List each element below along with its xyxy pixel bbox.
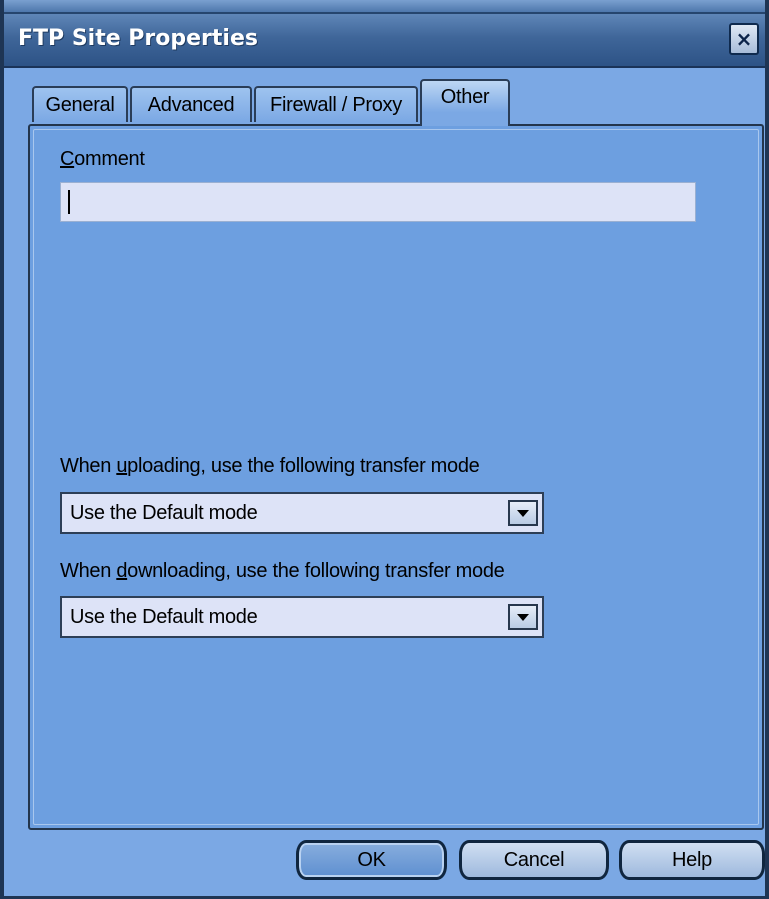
- tab-label: Firewall / Proxy: [270, 94, 402, 116]
- chevron-down-icon[interactable]: [508, 604, 538, 630]
- upload-mode-value: Use the Default mode: [70, 502, 258, 524]
- tab-label: Advanced: [147, 94, 235, 116]
- download-mode-label: When downloading, use the following tran…: [60, 560, 505, 583]
- comment-label: Comment: [60, 148, 145, 171]
- tab-firewall-proxy[interactable]: Firewall / Proxy: [254, 86, 418, 122]
- comment-label-rest: omment: [74, 148, 145, 170]
- upload-label-before: When: [60, 455, 117, 477]
- title-bar[interactable]: FTP Site Properties ×: [4, 12, 765, 68]
- tab-advanced[interactable]: Advanced: [130, 86, 252, 122]
- close-icon: ×: [735, 27, 753, 51]
- ok-button[interactable]: OK: [296, 840, 447, 880]
- download-mode-value: Use the Default mode: [70, 606, 258, 628]
- cancel-button-label: Cancel: [503, 849, 565, 871]
- ok-button-label: OK: [357, 849, 386, 871]
- download-label-mnemonic: d: [116, 560, 128, 582]
- upload-mode-select[interactable]: Use the Default mode: [60, 492, 544, 534]
- tab-label: General: [45, 94, 115, 116]
- upload-mode-label: When uploading, use the following transf…: [60, 455, 480, 478]
- ftp-site-properties-dialog: FTP Site Properties × General Advanced F…: [0, 0, 769, 899]
- tab-label: Other: [440, 86, 490, 108]
- chevron-down-icon[interactable]: [508, 500, 538, 526]
- text-caret: [68, 190, 70, 214]
- comment-label-mnemonic: C: [60, 148, 75, 170]
- upload-label-after: ploading, use the following transfer mod…: [127, 455, 480, 477]
- tab-general[interactable]: General: [32, 86, 128, 122]
- help-button[interactable]: Help: [619, 840, 765, 880]
- cancel-button[interactable]: Cancel: [459, 840, 609, 880]
- download-label-before: When: [60, 560, 117, 582]
- window-top-edge: [4, 0, 765, 12]
- download-label-after: ownloading, use the following transfer m…: [127, 560, 505, 582]
- tab-other[interactable]: Other: [420, 79, 510, 126]
- help-button-label: Help: [672, 849, 712, 871]
- comment-input[interactable]: [60, 182, 696, 222]
- upload-label-mnemonic: u: [116, 455, 128, 477]
- window-title: FTP Site Properties: [18, 26, 258, 51]
- download-mode-select[interactable]: Use the Default mode: [60, 596, 544, 638]
- close-button[interactable]: ×: [729, 23, 759, 55]
